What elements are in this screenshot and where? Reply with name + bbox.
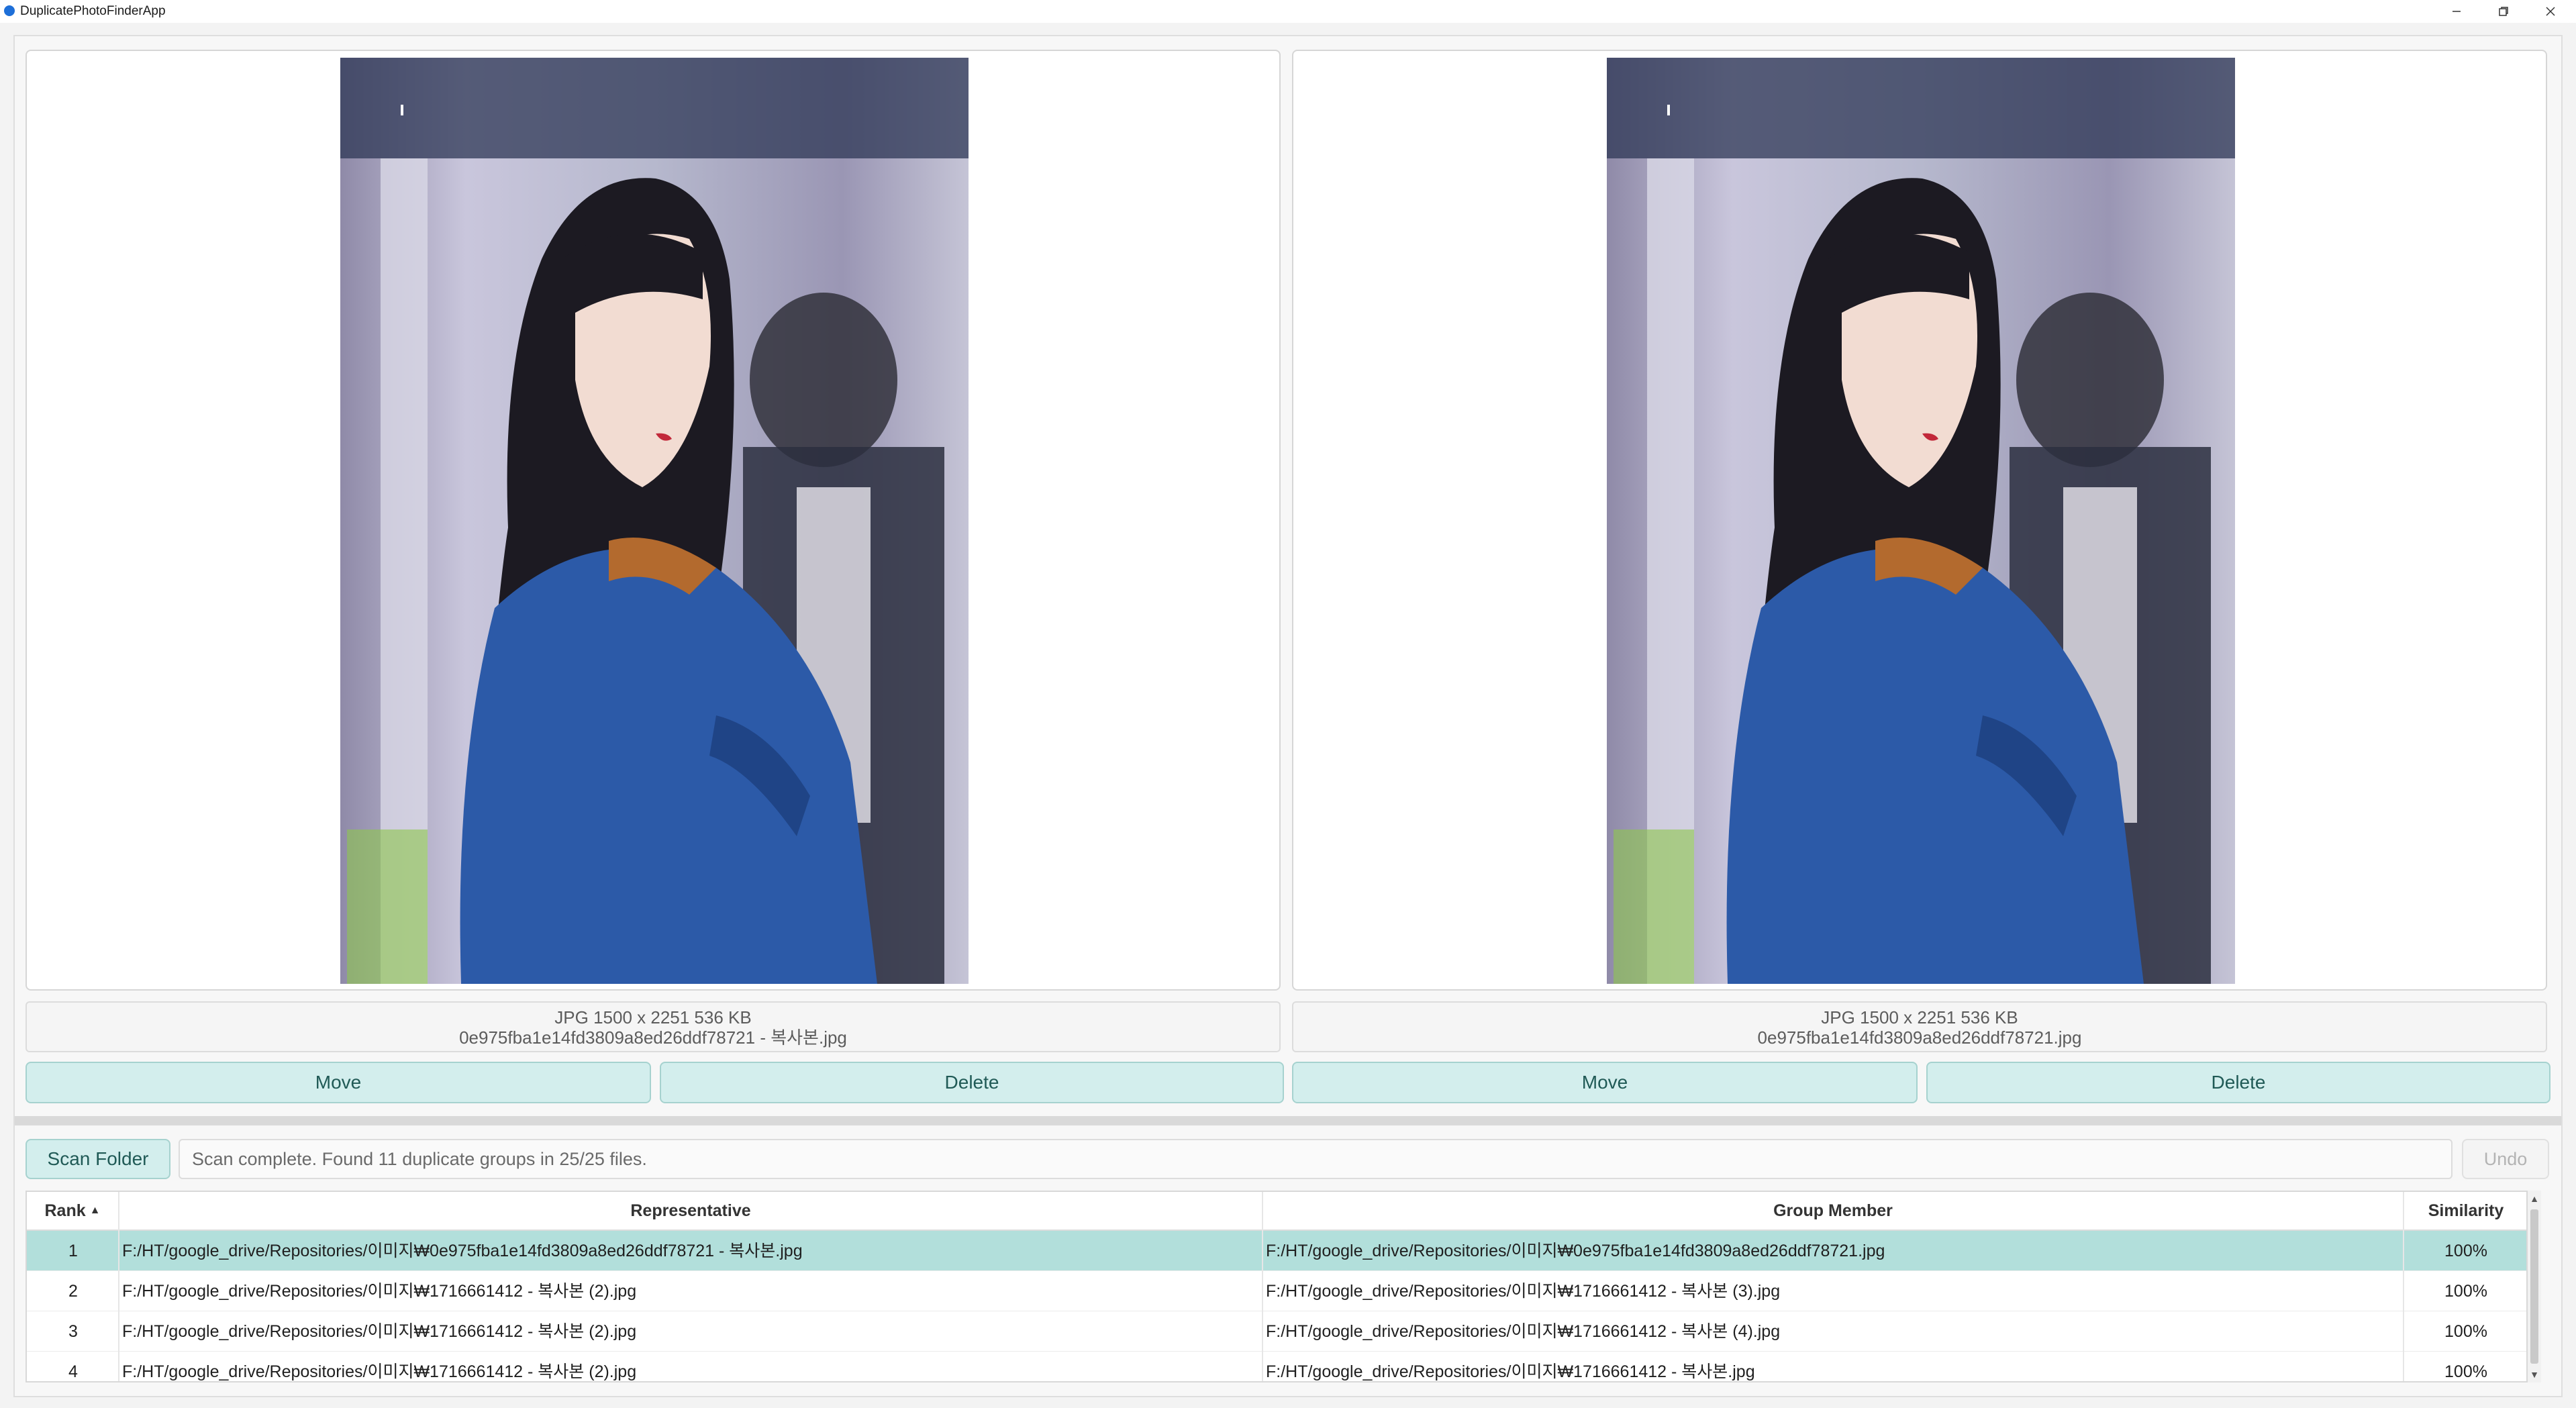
right-photo (1607, 58, 2235, 984)
cell-rank: 4 (68, 1362, 78, 1381)
right-file-info: JPG 1500 x 2251 536 KB 0e975fba1e14fd380… (1292, 1001, 2547, 1052)
left-file-name: 0e975fba1e14fd3809a8ed26ddf78721 - 복사본.j… (459, 1027, 847, 1048)
cell-rank: 2 (68, 1282, 78, 1301)
results-table: Rank ▲ Representative Group Member Simil… (26, 1191, 2528, 1382)
splitter-handle[interactable] (15, 1116, 2561, 1125)
title-bar: DuplicatePhotoFinderApp (0, 0, 2576, 23)
header-similarity[interactable]: Similarity (2404, 1192, 2526, 1229)
cell-similarity: 100% (2444, 1242, 2487, 1260)
scroll-up-icon[interactable]: ▲ (2529, 1193, 2540, 1204)
header-rank-label: Rank (44, 1201, 86, 1220)
left-file-meta: JPG 1500 x 2251 536 KB (554, 1007, 752, 1027)
left-delete-button[interactable]: Delete (660, 1062, 1284, 1103)
cell-representative: F:/HT/google_drive/Repositories/이미지₩1716… (122, 1322, 637, 1341)
left-move-button[interactable]: Move (26, 1062, 651, 1103)
app-icon (4, 5, 15, 16)
right-file-name: 0e975fba1e14fd3809a8ed26ddf78721.jpg (1757, 1027, 2082, 1048)
table-row[interactable]: 4 F:/HT/google_drive/Repositories/이미지₩17… (27, 1352, 2526, 1381)
table-row[interactable]: 2 F:/HT/google_drive/Repositories/이미지₩17… (27, 1271, 2526, 1311)
left-file-info: JPG 1500 x 2251 536 KB 0e975fba1e14fd380… (26, 1001, 1281, 1052)
header-representative[interactable]: Representative (119, 1192, 1263, 1229)
cell-group-member: F:/HT/google_drive/Repositories/이미지₩1716… (1266, 1282, 1781, 1301)
close-icon[interactable] (2527, 0, 2574, 23)
left-image-panel (26, 50, 1281, 991)
left-photo (340, 58, 969, 984)
table-scrollbar[interactable]: ▲ ▼ (2528, 1191, 2541, 1382)
cell-similarity: 100% (2444, 1282, 2487, 1301)
right-delete-button[interactable]: Delete (1926, 1062, 2550, 1103)
cell-representative: F:/HT/google_drive/Repositories/이미지₩0e97… (122, 1242, 803, 1260)
table-row[interactable]: 3 F:/HT/google_drive/Repositories/이미지₩17… (27, 1311, 2526, 1352)
cell-representative: F:/HT/google_drive/Repositories/이미지₩1716… (122, 1362, 637, 1381)
header-group-member[interactable]: Group Member (1263, 1192, 2404, 1229)
table-row[interactable]: 1 F:/HT/google_drive/Repositories/이미지₩0e… (27, 1231, 2526, 1271)
right-move-button[interactable]: Move (1292, 1062, 1918, 1103)
cell-group-member: F:/HT/google_drive/Repositories/이미지₩0e97… (1266, 1242, 1885, 1260)
status-field: Scan complete. Found 11 duplicate groups… (179, 1139, 2453, 1179)
window-title: DuplicatePhotoFinderApp (20, 4, 166, 18)
cell-similarity: 100% (2444, 1322, 2487, 1341)
minimize-icon[interactable] (2433, 0, 2480, 23)
right-image-panel (1292, 50, 2547, 991)
cell-group-member: F:/HT/google_drive/Repositories/이미지₩1716… (1266, 1322, 1781, 1341)
cell-rank: 1 (68, 1242, 78, 1260)
restore-icon[interactable] (2480, 0, 2527, 23)
table-header: Rank ▲ Representative Group Member Simil… (27, 1192, 2526, 1231)
column-divider (2403, 1192, 2404, 1381)
column-divider (118, 1192, 119, 1381)
cell-similarity: 100% (2444, 1362, 2487, 1381)
sort-ascending-icon: ▲ (89, 1205, 101, 1216)
undo-button[interactable]: Undo (2462, 1139, 2549, 1179)
cell-group-member: F:/HT/google_drive/Repositories/이미지₩1716… (1266, 1362, 1755, 1381)
cell-rank: 3 (68, 1322, 78, 1341)
column-divider (1262, 1192, 1263, 1381)
right-file-meta: JPG 1500 x 2251 536 KB (1821, 1007, 2018, 1027)
scan-folder-button[interactable]: Scan Folder (26, 1139, 170, 1179)
cell-representative: F:/HT/google_drive/Repositories/이미지₩1716… (122, 1282, 637, 1301)
header-rank[interactable]: Rank ▲ (27, 1192, 119, 1229)
scroll-down-icon[interactable]: ▼ (2529, 1369, 2540, 1380)
scroll-thumb[interactable] (2530, 1209, 2538, 1364)
